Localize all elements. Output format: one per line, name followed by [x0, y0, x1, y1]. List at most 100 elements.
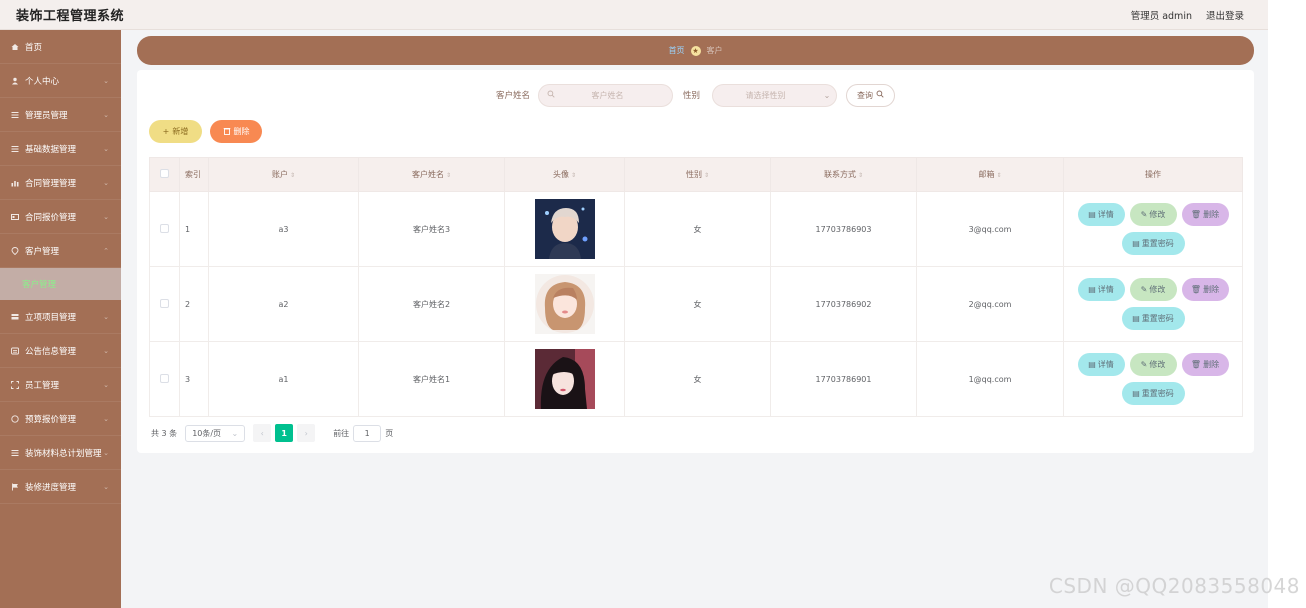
gender-select[interactable]: 请选择性别 ⌄: [712, 83, 838, 107]
row-select-cell[interactable]: [149, 266, 180, 342]
row-select-cell[interactable]: [149, 341, 180, 417]
add-button[interactable]: + 新增: [149, 120, 202, 143]
delete-button[interactable]: 🗑 删除: [1181, 353, 1229, 376]
sidebar-item-project-management[interactable]: 立项项目管理 ⌄: [0, 300, 121, 334]
sidebar-item-contract-management[interactable]: 合同管理管理 ⌄: [0, 166, 121, 200]
cell-gender: 女: [624, 266, 771, 342]
sidebar-subitem-customer-management[interactable]: 客户管理: [0, 268, 121, 300]
trash-icon: [223, 127, 231, 137]
list-icon: [11, 449, 19, 457]
col-email[interactable]: 邮箱 ⇕: [916, 157, 1064, 192]
row-checkbox[interactable]: [160, 223, 169, 233]
avatar[interactable]: [534, 349, 595, 409]
search-button[interactable]: 查询: [846, 83, 896, 107]
col-account[interactable]: 账户 ⇕: [208, 157, 359, 192]
sidebar-item-material-plan[interactable]: 装饰材料总计划管理 ⌄: [0, 436, 121, 470]
sidebar-item-contract-quote[interactable]: 合同报价管理 ⌄: [0, 200, 121, 234]
delete-button[interactable]: 🗑 删除: [1181, 203, 1229, 226]
row-actions: ▤ 详情 ✎ 修改 🗑 删除 ▤ 重置密码: [1065, 203, 1241, 255]
select-all-cell[interactable]: [149, 157, 180, 192]
chevron-down-icon: ⌄: [103, 482, 109, 491]
col-index: 索引: [179, 157, 209, 192]
detail-label: 详情: [1097, 210, 1114, 219]
table-header-row: 索引 账户 ⇕ 客户姓名 ⇕ 头像 ⇕ 性别 ⇕ 联系方式 ⇕ 邮箱 ⇕ 操作: [149, 157, 1243, 192]
sidebar-item-home[interactable]: 首页: [0, 30, 121, 64]
doc-icon: ▤: [1132, 239, 1140, 248]
sidebar-item-personal-center[interactable]: 个人中心 ⌄: [0, 64, 121, 98]
cell-phone: 17703786902: [770, 266, 917, 342]
col-avatar[interactable]: 头像 ⇕: [504, 157, 625, 192]
sort-icon: ⇕: [570, 172, 577, 179]
row-checkbox[interactable]: [160, 373, 169, 383]
reset-password-label: 重置密码: [1141, 314, 1174, 323]
sidebar-item-budget-quote[interactable]: 预算报价管理 ⌄: [0, 402, 121, 436]
goto-suffix: 页: [385, 428, 394, 438]
delete-button[interactable]: 🗑 删除: [1181, 278, 1229, 301]
reset-password-button[interactable]: ▤ 重置密码: [1121, 307, 1185, 330]
logout-link[interactable]: 退出登录: [1206, 8, 1244, 22]
sidebar-item-employee-management[interactable]: 员工管理 ⌄: [0, 368, 121, 402]
sidebar-item-customer-management[interactable]: 客户管理 ⌃: [0, 234, 121, 268]
next-page-button[interactable]: ›: [297, 424, 316, 442]
breadcrumb-home-link[interactable]: 首页: [669, 45, 685, 56]
select-all-checkbox[interactable]: [160, 169, 169, 178]
page-nav: ‹ 1 ›: [253, 424, 316, 442]
edit-button[interactable]: ✎ 修改: [1129, 353, 1177, 376]
detail-button[interactable]: ▤ 详情: [1077, 353, 1125, 376]
admin-user-label[interactable]: 管理员 admin: [1131, 8, 1192, 22]
add-button-label: 新增: [172, 127, 189, 136]
sidebar-item-basic-data[interactable]: 基础数据管理 ⌄: [0, 132, 121, 166]
chevron-down-icon: ⌄: [103, 448, 109, 457]
reset-password-button[interactable]: ▤ 重置密码: [1121, 232, 1185, 255]
reset-password-button[interactable]: ▤ 重置密码: [1121, 382, 1185, 405]
chevron-down-icon: ⌄: [103, 212, 109, 221]
page-size-select[interactable]: 10条/页 ⌄: [185, 424, 246, 442]
detail-button[interactable]: ▤ 详情: [1077, 278, 1125, 301]
row-actions-top: ▤ 详情 ✎ 修改 🗑 删除: [1077, 353, 1229, 376]
avatar[interactable]: [534, 274, 595, 334]
page-number-button[interactable]: 1: [275, 424, 294, 442]
cell-index: 3: [179, 341, 209, 417]
sidebar-item-label: 装饰材料总计划管理: [25, 448, 102, 459]
customer-name-input[interactable]: 客户姓名: [538, 83, 673, 107]
detail-label: 详情: [1097, 360, 1114, 369]
col-phone[interactable]: 联系方式 ⇕: [770, 157, 917, 192]
reset-password-label: 重置密码: [1141, 389, 1174, 398]
content-card: 客户姓名 客户姓名 性别 请选择性别 ⌄ 查询 + 新增 删除 索引 账户 ⇕ …: [137, 70, 1254, 453]
detail-button[interactable]: ▤ 详情: [1077, 203, 1125, 226]
avatar[interactable]: [534, 199, 595, 259]
col-avatar-label: 头像: [552, 170, 569, 179]
col-name[interactable]: 客户姓名 ⇕: [358, 157, 505, 192]
watermark: CSDN @QQ2083558048: [1048, 574, 1300, 598]
cell-gender: 女: [624, 341, 771, 417]
home-icon: [11, 43, 19, 51]
edit-button[interactable]: ✎ 修改: [1129, 203, 1177, 226]
sidebar-item-notice-management[interactable]: 公告信息管理 ⌄: [0, 334, 121, 368]
edit-button[interactable]: ✎ 修改: [1129, 278, 1177, 301]
cell-index: 2: [179, 266, 209, 342]
cell-gender: 女: [624, 191, 771, 267]
col-gender[interactable]: 性别 ⇕: [624, 157, 771, 192]
table-row: 2 a2 客户姓名2 女 17703786902 2@qq.com ▤ 详情 ✎…: [149, 266, 1243, 342]
row-actions-top: ▤ 详情 ✎ 修改 🗑 删除: [1077, 203, 1229, 226]
cell-account: a2: [208, 266, 359, 342]
sidebar-item-label: 合同管理管理: [25, 178, 77, 189]
row-select-cell[interactable]: [149, 191, 180, 267]
sidebar-item-progress-management[interactable]: 装修进度管理 ⌄: [0, 470, 121, 504]
sidebar-item-admin-management[interactable]: 管理员管理 ⌄: [0, 98, 121, 132]
notice-icon: [11, 347, 19, 355]
chevron-down-icon: ⌄: [823, 90, 831, 100]
table-row: 3 a1 客户姓名1 女 17703786901 1@qq.com ▤ 详情 ✎…: [149, 341, 1243, 417]
chevron-down-icon: ⌄: [103, 144, 109, 153]
row-actions-top: ▤ 详情 ✎ 修改 🗑 删除: [1077, 278, 1229, 301]
goto-page-input[interactable]: [353, 424, 382, 442]
doc-icon: ▤: [1088, 285, 1096, 294]
batch-delete-button[interactable]: 删除: [210, 120, 262, 143]
breadcrumb-current: 客户: [706, 46, 723, 55]
prev-page-button[interactable]: ‹: [253, 424, 272, 442]
edit-label: 修改: [1149, 285, 1166, 294]
sidebar-item-label: 客户管理: [25, 246, 60, 257]
row-checkbox[interactable]: [160, 298, 169, 308]
sort-icon: ⇕: [857, 172, 864, 179]
edit-label: 修改: [1149, 360, 1166, 369]
